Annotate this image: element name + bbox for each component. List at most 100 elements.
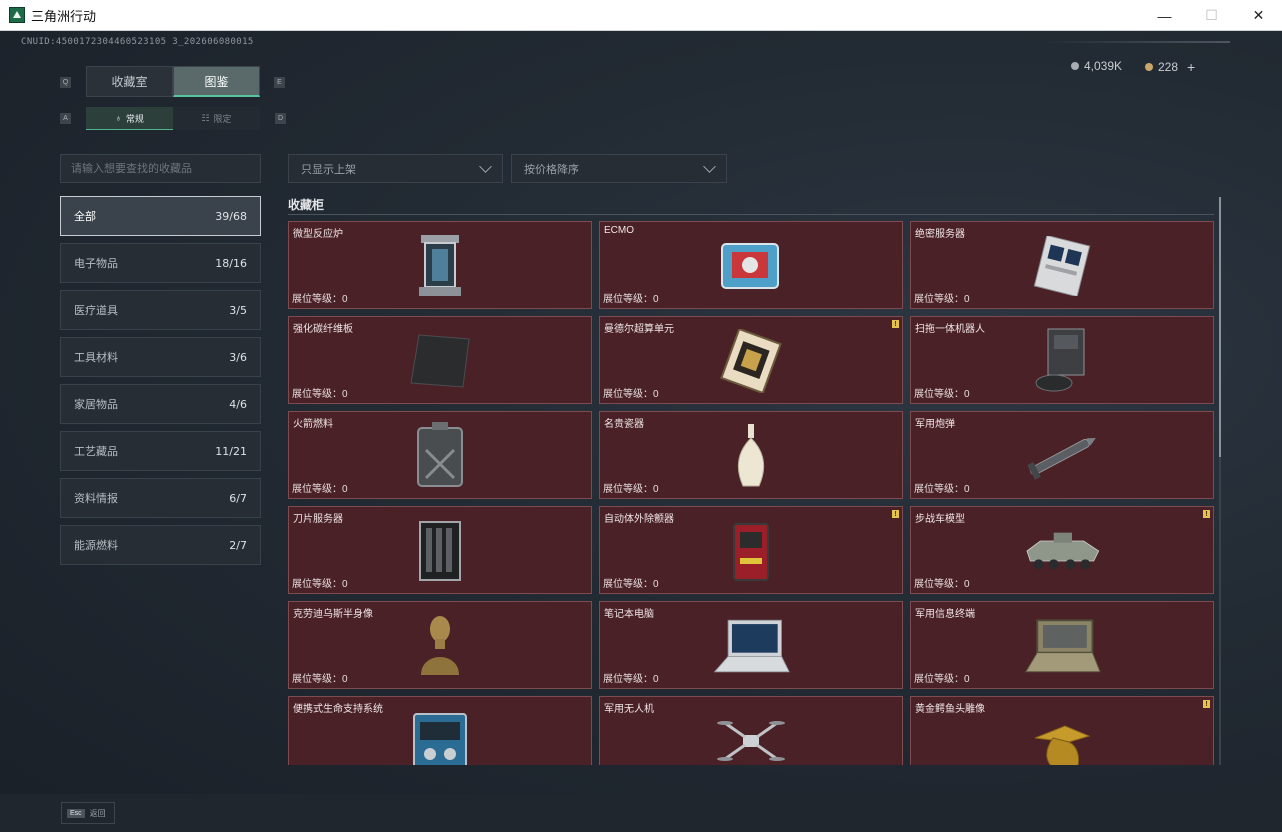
decorative-line	[1040, 41, 1230, 43]
add-currency-button[interactable]: +	[1187, 59, 1195, 75]
collection-card[interactable]: 扫拖一体机器人 展位等级：0	[910, 316, 1214, 404]
item-name: 微型反应炉	[293, 229, 343, 240]
category-energy[interactable]: 能源燃料 2/7	[60, 525, 261, 565]
collection-card[interactable]: 步战车模型 展位等级：0!	[910, 506, 1214, 594]
maximize-button[interactable]: ☐	[1188, 0, 1235, 31]
item-name: 便携式生命支持系统	[293, 704, 383, 715]
category-medical[interactable]: 医疗道具 3/5	[60, 290, 261, 330]
item-name: 刀片服务器	[293, 514, 343, 525]
category-label: 工具材料	[74, 352, 118, 364]
cabinet-divider	[288, 214, 1214, 215]
back-button[interactable]: Esc 返回	[61, 802, 115, 824]
collection-card[interactable]: 曼德尔超算单元 展位等级：0!	[599, 316, 903, 404]
sort-label: 按价格降序	[524, 163, 579, 176]
fuel-can-icon	[400, 420, 480, 492]
cabinet-title: 收藏柜	[288, 198, 325, 212]
item-name: ECMO	[604, 225, 634, 236]
category-all[interactable]: 全部 39/68	[60, 196, 261, 236]
key-hint-d: D	[275, 113, 286, 124]
collection-card[interactable]: 自动体外除颤器 展位等级：0!	[599, 506, 903, 594]
item-name: 笔记本电脑	[604, 609, 654, 620]
collection-card[interactable]: 军用无人机展位等级：0	[599, 696, 903, 765]
blade-server-icon	[400, 515, 480, 587]
collection-card[interactable]: 克劳迪乌斯半身像 展位等级：0	[288, 601, 592, 689]
item-name: 军用炮弹	[915, 419, 955, 430]
display-level: 展位等级：0	[603, 484, 659, 495]
tab-regular[interactable]: ♁ 常规	[86, 107, 173, 130]
game-area: CNUID:4500172304460523105 3_202606080015…	[0, 31, 1282, 832]
category-intel[interactable]: 资料情报 6/7	[60, 478, 261, 518]
minimize-button[interactable]: —	[1141, 0, 1188, 31]
item-name: 黄金鳄鱼头雕像	[915, 704, 985, 715]
ecmo-icon	[711, 230, 791, 302]
main-tabs: 收藏室 图鉴	[86, 66, 260, 97]
item-name: 扫拖一体机器人	[915, 324, 985, 335]
app-logo-icon	[9, 7, 25, 23]
category-count: 6/7	[229, 491, 247, 505]
life-support-icon	[400, 705, 480, 765]
close-button[interactable]: ✕	[1235, 0, 1282, 31]
scrollbar-thumb[interactable]	[1219, 197, 1221, 457]
silver-currency: 4,039K	[1071, 59, 1122, 73]
category-electronics[interactable]: 电子物品 18/16	[60, 243, 261, 283]
category-crafts[interactable]: 工艺藏品 11/21	[60, 431, 261, 471]
item-name: 克劳迪乌斯半身像	[293, 609, 373, 620]
shelf-filter-dropdown[interactable]: 只显示上架	[288, 154, 503, 183]
category-label: 家居物品	[74, 399, 118, 411]
category-list: 全部 39/68 电子物品 18/16 医疗道具 3/5 工具材料 3/6 家居物品 4/…	[60, 196, 261, 572]
tab-limited-label: 限定	[213, 114, 232, 124]
sub-tabs: ♁ 常规 ☷ 限定	[86, 107, 260, 130]
item-name: 名贵瓷器	[604, 419, 644, 430]
cabinet-viewport: 微型反应炉 展位等级：0 ECMO 展位等级：0 绝密服务器 展位等级：0 强化碳纤维板 展位…	[288, 221, 1214, 765]
display-level: 展位等级：0	[914, 294, 970, 305]
tab-limited[interactable]: ☷ 限定	[173, 107, 260, 130]
display-level: 展位等级：0	[914, 674, 970, 685]
chevron-down-icon	[479, 159, 492, 173]
key-hint-e: E	[274, 77, 285, 88]
silver-amount: 4,039K	[1084, 59, 1123, 73]
missile-icon	[1022, 420, 1102, 492]
category-label: 能源燃料	[74, 540, 118, 552]
collection-card[interactable]: 绝密服务器展位等级：0	[910, 221, 1214, 309]
porcelain-vase-icon	[711, 420, 791, 492]
drone-icon	[711, 705, 791, 765]
collection-card[interactable]: 名贵瓷器展位等级：0	[599, 411, 903, 499]
collection-card[interactable]: 便携式生命支持系统展位等级：0	[288, 696, 592, 765]
defibrillator-icon	[711, 515, 791, 587]
tab-collection-room[interactable]: 收藏室	[86, 66, 173, 97]
reactor-icon	[400, 230, 480, 302]
carbon-plate-icon	[400, 325, 480, 397]
sort-dropdown[interactable]: 按价格降序	[511, 154, 727, 183]
category-label: 电子物品	[74, 258, 118, 270]
collection-card[interactable]: 黄金鳄鱼头雕像展位等级：0!	[910, 696, 1214, 765]
bust-icon	[400, 610, 480, 682]
search-input[interactable]	[60, 154, 261, 183]
collection-card[interactable]: 刀片服务器展位等级：0	[288, 506, 592, 594]
item-name: 步战车模型	[915, 514, 965, 525]
gold-currency: 228 +	[1145, 59, 1195, 75]
collection-card[interactable]: 强化碳纤维板 展位等级：0	[288, 316, 592, 404]
display-level: 展位等级：0	[603, 674, 659, 685]
category-label: 全部	[74, 211, 96, 223]
new-alert-badge: !	[1203, 510, 1210, 518]
collection-card[interactable]: 军用信息终端 展位等级：0	[910, 601, 1214, 689]
category-household[interactable]: 家居物品 4/6	[60, 384, 261, 424]
gold-amount: 228	[1158, 60, 1179, 74]
display-level: 展位等级：0	[292, 579, 348, 590]
server-board-icon	[1022, 230, 1102, 302]
esc-key-hint: Esc	[67, 808, 85, 818]
display-level: 展位等级：0	[292, 484, 348, 495]
collection-card[interactable]: 军用炮弹 展位等级：0	[910, 411, 1214, 499]
tab-regular-label: 常规	[125, 113, 144, 124]
collection-card[interactable]: 火箭燃料 展位等级：0	[288, 411, 592, 499]
item-name: 军用信息终端	[915, 609, 975, 620]
tab-catalog[interactable]: 图鉴	[173, 66, 260, 97]
category-tools[interactable]: 工具材料 3/6	[60, 337, 261, 377]
collection-card[interactable]: ECMO 展位等级：0	[599, 221, 903, 309]
display-level: 展位等级：0	[292, 294, 348, 305]
collection-card[interactable]: 微型反应炉展位等级：0	[288, 221, 592, 309]
category-label: 资料情报	[74, 493, 118, 505]
collection-card[interactable]: 笔记本电脑展位等级：0	[599, 601, 903, 689]
item-name: 绝密服务器	[915, 229, 965, 240]
window-controls: — ☐ ✕	[1141, 0, 1282, 31]
